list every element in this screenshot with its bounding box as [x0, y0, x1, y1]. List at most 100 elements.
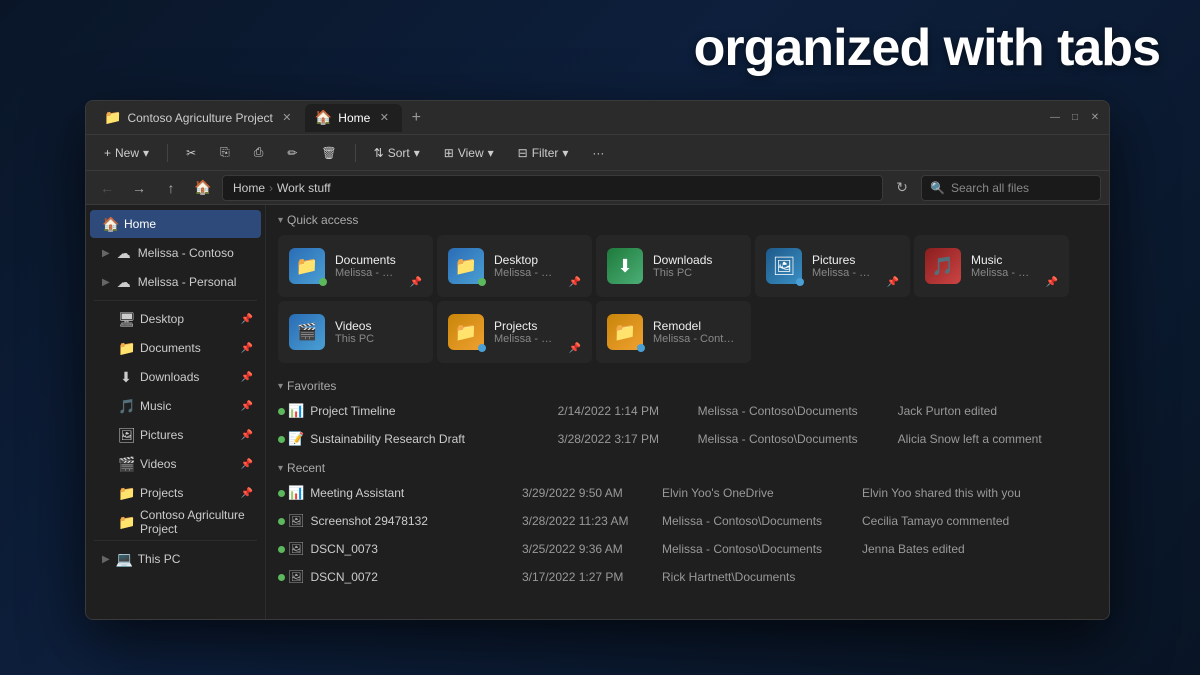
- tab-home-close[interactable]: ✕: [376, 110, 392, 126]
- sidebar-item-contoso-project[interactable]: 📁 Contoso Agriculture Project: [90, 508, 261, 536]
- recent-row-2[interactable]: 🖼 DSCN_0073 3/25/2022 9:36 AM Melissa - …: [266, 535, 1109, 563]
- rec-activity-3: [854, 563, 1109, 591]
- favorites-header[interactable]: ▾ Favorites: [266, 371, 1109, 397]
- sidebar-item-thispc[interactable]: ▶ 💻 This PC: [90, 545, 261, 573]
- close-button[interactable]: ✕: [1089, 112, 1101, 124]
- forward-button[interactable]: →: [126, 175, 152, 201]
- pin-icon: 📌: [241, 314, 253, 325]
- rec-date-2: 3/25/2022 9:36 AM: [514, 535, 654, 563]
- grid-item-videos[interactable]: 🎬 Videos This PC: [278, 301, 433, 363]
- pin-indicator: 📌: [410, 277, 422, 288]
- music-name: Music: [971, 253, 1036, 267]
- fav-date-1: 3/28/2022 3:17 PM: [550, 425, 690, 453]
- grid-item-documents[interactable]: 📁 Documents Melissa - Contoso 📌: [278, 235, 433, 297]
- sidebar-item-home[interactable]: 🏠 Home: [90, 210, 261, 238]
- grid-item-music[interactable]: 🎵 Music Melissa - Contoso 📌: [914, 235, 1069, 297]
- rec-location-0: Elvin Yoo's OneDrive: [654, 479, 854, 507]
- sidebar-item-downloads[interactable]: ⬇ Downloads 📌: [90, 363, 261, 391]
- status-dot: [278, 518, 285, 525]
- cloud-personal-icon: ☁: [116, 274, 132, 291]
- rec-location-2: Melissa - Contoso\Documents: [654, 535, 854, 563]
- pictures-icon: 🖼: [118, 427, 134, 444]
- add-tab-button[interactable]: +: [402, 104, 430, 132]
- sidebar-item-videos[interactable]: 🎬 Videos 📌: [90, 450, 261, 478]
- rec-name-0: Meeting Assistant: [310, 486, 404, 500]
- rec-location-3: Rick Hartnett\Documents: [654, 563, 854, 591]
- sidebar-item-desktop[interactable]: 🖥 Desktop 📌: [90, 305, 261, 333]
- sidebar-item-pictures[interactable]: 🖼 Pictures 📌: [90, 421, 261, 449]
- grid-item-desktop[interactable]: 📁 Desktop Melissa - Contoso 📌: [437, 235, 592, 297]
- minimize-button[interactable]: —: [1049, 112, 1061, 124]
- recent-arrow: ▾: [278, 463, 283, 474]
- recent-row-0[interactable]: 📊 Meeting Assistant 3/29/2022 9:50 AM El…: [266, 479, 1109, 507]
- music-info: Music Melissa - Contoso: [971, 253, 1036, 279]
- recent-locations-button[interactable]: 🏠: [190, 175, 216, 201]
- projects-grid-icon: 📁: [448, 314, 484, 350]
- back-button[interactable]: ←: [94, 175, 120, 201]
- bc-home: Home: [233, 181, 265, 195]
- videos-name: Videos: [335, 319, 422, 333]
- quick-access-header[interactable]: ▾ Quick access: [266, 205, 1109, 231]
- filter-button[interactable]: ⊟ Filter ▾: [508, 139, 579, 167]
- contoso-folder-icon: 📁: [118, 514, 134, 531]
- sidebar-item-melissa-personal[interactable]: ▶ ☁ Melissa - Personal: [90, 268, 261, 296]
- fav-location-0: Melissa - Contoso\Documents: [690, 397, 890, 425]
- bc-sep-1: ›: [269, 181, 273, 195]
- download-symbol: ⬇: [617, 256, 632, 277]
- tab-contoso-close[interactable]: ✕: [279, 110, 295, 126]
- sidebar-item-projects[interactable]: 📁 Projects 📌: [90, 479, 261, 507]
- up-button[interactable]: ↑: [158, 175, 184, 201]
- grid-item-downloads[interactable]: ⬇ Downloads This PC: [596, 235, 751, 297]
- pin-icon: 📌: [241, 430, 253, 441]
- rec-activity-2: Jenna Bates edited: [854, 535, 1109, 563]
- favorites-label: Favorites: [287, 379, 336, 393]
- tab-contoso[interactable]: 📁 Contoso Agriculture Project ✕: [94, 104, 305, 132]
- documents-name: Documents: [335, 253, 400, 267]
- delete-button[interactable]: 🗑: [311, 139, 346, 167]
- fav-activity-1: Alicia Snow left a comment: [890, 425, 1109, 453]
- folder-symbol: 🎬: [297, 322, 317, 342]
- refresh-button[interactable]: ↻: [889, 175, 915, 201]
- toolbar-sep-2: [355, 144, 356, 162]
- new-label: New: [115, 146, 139, 160]
- status-dot: [278, 490, 285, 497]
- favorite-row-0[interactable]: 📊 Project Timeline 2/14/2022 1:14 PM Mel…: [266, 397, 1109, 425]
- sidebar-item-documents[interactable]: 📁 Documents 📌: [90, 334, 261, 362]
- view-button[interactable]: ⊞ View ▾: [434, 139, 504, 167]
- recent-row-1[interactable]: 🖼 Screenshot 29478132 3/28/2022 11:23 AM…: [266, 507, 1109, 535]
- cut-button[interactable]: ✂: [176, 139, 206, 167]
- downloads-sub: This PC: [653, 267, 740, 279]
- favorites-arrow: ▾: [278, 381, 283, 392]
- recent-row-3[interactable]: 🖼 DSCN_0072 3/17/2022 1:27 PM Rick Hartn…: [266, 563, 1109, 591]
- copy-button[interactable]: ⎘: [210, 139, 240, 167]
- rename-button[interactable]: ✏: [277, 139, 307, 167]
- search-box[interactable]: 🔍 Search all files: [921, 175, 1101, 201]
- expand-icon: ▶: [102, 554, 110, 565]
- view-icon: ⊞: [444, 146, 454, 160]
- breadcrumb[interactable]: Home › Work stuff: [222, 175, 883, 201]
- expand-icon: ▶: [102, 277, 110, 288]
- more-button[interactable]: ···: [582, 139, 614, 167]
- remodel-info: Remodel Melissa - Contoso: [653, 319, 740, 345]
- search-icon: 🔍: [930, 181, 945, 195]
- maximize-button[interactable]: □: [1069, 112, 1081, 124]
- pin-icon: 📌: [241, 372, 253, 383]
- favorite-row-1[interactable]: 📝 Sustainability Research Draft 3/28/202…: [266, 425, 1109, 453]
- sidebar-item-melissa-contoso[interactable]: ▶ ☁ Melissa - Contoso: [90, 239, 261, 267]
- status-indicator: [319, 278, 327, 286]
- grid-item-projects[interactable]: 📁 Projects Melissa - Contoso 📌: [437, 301, 592, 363]
- file-type-icon: 🖼: [288, 513, 305, 529]
- new-button[interactable]: + New ▾: [94, 139, 159, 167]
- tab-home[interactable]: 🏠 Home ✕: [305, 104, 402, 132]
- paste-button[interactable]: ⎙: [244, 139, 274, 167]
- videos-info: Videos This PC: [335, 319, 422, 345]
- recent-header[interactable]: ▾ Recent: [266, 453, 1109, 479]
- grid-item-remodel[interactable]: 📁 Remodel Melissa - Contoso: [596, 301, 751, 363]
- sort-button[interactable]: ⇅ Sort ▾: [364, 139, 430, 167]
- status-indicator: [637, 344, 645, 352]
- folder-icon: 📁: [104, 109, 121, 126]
- grid-item-pictures[interactable]: 🖼 Pictures Melissa - Contoso 📌: [755, 235, 910, 297]
- sidebar-item-music[interactable]: 🎵 Music 📌: [90, 392, 261, 420]
- documents-icon: 📁: [118, 340, 134, 357]
- cut-icon: ✂: [186, 146, 196, 160]
